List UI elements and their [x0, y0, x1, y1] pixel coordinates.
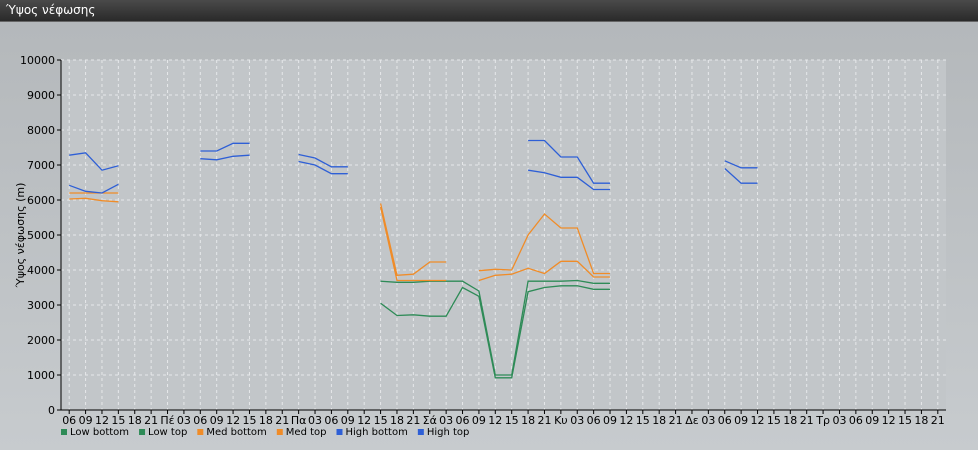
x-tick-label: 21 [800, 414, 814, 427]
legend-swatch [336, 429, 343, 435]
x-tick-label: 03 [308, 414, 322, 427]
y-tick-label: 1000 [27, 369, 55, 382]
x-tick-label: 03 [701, 414, 715, 427]
legend-swatch [139, 429, 146, 435]
y-tick-label: 9000 [27, 89, 55, 102]
x-tick-label: Σά [423, 414, 437, 427]
x-tick-label: 12 [95, 414, 109, 427]
y-tick-label: 2000 [27, 334, 55, 347]
x-tick-label: Κυ [554, 414, 568, 427]
x-tick-label: 15 [636, 414, 650, 427]
legend-swatch [276, 429, 283, 435]
legend-label: High bottom [346, 427, 408, 438]
x-tick-label: 18 [521, 414, 535, 427]
x-tick-label: 03 [439, 414, 453, 427]
x-tick-label: 09 [472, 414, 486, 427]
chart-window: Ύψος νέφωσης 0 1000 2000 3000 4000 5000 6000 70… [0, 0, 978, 450]
x-tick-label: 18 [259, 414, 273, 427]
x-tick-label: Δε [685, 414, 699, 427]
y-tick-label: 3000 [27, 299, 55, 312]
x-tick-label: 06 [587, 414, 601, 427]
x-tick-label: 12 [882, 414, 896, 427]
x-tick-label: 09 [79, 414, 93, 427]
legend-swatch [197, 429, 204, 435]
x-tick-label: 09 [734, 414, 748, 427]
legend-label: Med bottom [206, 427, 266, 438]
legend-label: Low bottom [70, 427, 129, 438]
x-tick-label: 15 [242, 414, 256, 427]
x-tick-label: 09 [865, 414, 879, 427]
x-tick-label: 03 [570, 414, 584, 427]
x-tick-label: 12 [619, 414, 633, 427]
legend-swatch [417, 429, 424, 435]
x-tick-label: 21 [275, 414, 289, 427]
x-tick-label: 09 [210, 414, 224, 427]
x-tick-label: Πα [291, 414, 307, 427]
y-tick-label: 7000 [27, 159, 55, 172]
x-tick-label: 09 [603, 414, 617, 427]
cloud-height-chart: 0 1000 2000 3000 4000 5000 6000 7000 8000 9000 100… [14, 54, 946, 438]
x-tick-label: 06 [324, 414, 338, 427]
x-tick-label: Πέ [160, 414, 174, 427]
legend-label: Med top [286, 427, 327, 438]
x-tick-label: 09 [341, 414, 355, 427]
x-tick-label: 06 [193, 414, 207, 427]
x-tick-label: 15 [111, 414, 125, 427]
y-tick-label: 5000 [27, 229, 55, 242]
x-tick-label: 21 [406, 414, 420, 427]
x-tick-label: 03 [832, 414, 846, 427]
x-tick-label: 18 [390, 414, 404, 427]
x-tick-label: 06 [718, 414, 732, 427]
x-tick-label: 15 [898, 414, 912, 427]
x-tick-label: Τρ [815, 414, 830, 427]
y-tick-label: 0 [48, 404, 55, 417]
x-tick-label: 15 [505, 414, 519, 427]
x-tick-label: 18 [128, 414, 142, 427]
x-tick-label: 15 [767, 414, 781, 427]
x-tick-label: 06 [62, 414, 76, 427]
x-tick-label: 21 [144, 414, 158, 427]
x-tick-label: 12 [226, 414, 240, 427]
legend-label: High top [427, 427, 470, 438]
x-tick-label: 12 [751, 414, 765, 427]
x-tick-label: 18 [914, 414, 928, 427]
y-tick-label: 10000 [20, 54, 55, 67]
x-tick-label: 21 [669, 414, 683, 427]
y-axis-label: Ύψος νέφωσης (m) [14, 183, 27, 289]
x-tick-label: 15 [374, 414, 388, 427]
legend-label: Low top [148, 427, 187, 438]
x-tick-label: 18 [783, 414, 797, 427]
x-tick-label: 06 [456, 414, 470, 427]
x-tick-label: 12 [357, 414, 371, 427]
x-tick-label: 18 [652, 414, 666, 427]
x-tick-label: 21 [537, 414, 551, 427]
x-tick-label: 21 [931, 414, 945, 427]
y-tick-label: 4000 [27, 264, 55, 277]
y-tick-label: 6000 [27, 194, 55, 207]
x-tick-label: 06 [849, 414, 863, 427]
y-tick-label: 8000 [27, 124, 55, 137]
x-tick-label: 12 [488, 414, 502, 427]
legend-swatch [61, 429, 67, 435]
x-tick-label: 03 [177, 414, 191, 427]
